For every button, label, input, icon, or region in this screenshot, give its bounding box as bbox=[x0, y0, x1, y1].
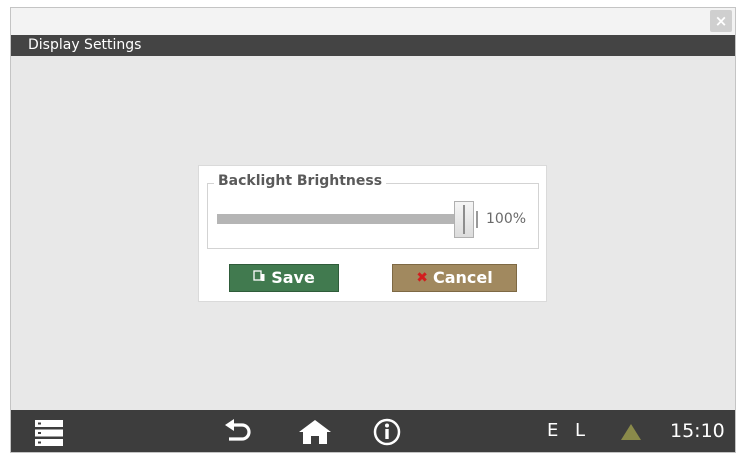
save-label: Save bbox=[271, 268, 315, 287]
close-button[interactable]: × bbox=[710, 10, 732, 32]
brightness-value: 100% bbox=[486, 211, 527, 227]
device-screen: × Display Settings Backlight Brightness … bbox=[10, 7, 736, 453]
taskbar: E L 15:10 bbox=[11, 410, 735, 452]
brightness-dialog: Backlight Brightness 100% Save ✖ Cancel bbox=[198, 165, 547, 302]
warning-icon[interactable] bbox=[620, 423, 642, 445]
cancel-button[interactable]: ✖ Cancel bbox=[392, 264, 517, 292]
save-icon bbox=[253, 266, 266, 292]
brightness-slider-handle[interactable] bbox=[454, 201, 474, 238]
save-button[interactable]: Save bbox=[229, 264, 339, 292]
content-area: Backlight Brightness 100% Save ✖ Cancel bbox=[11, 56, 735, 410]
slider-end-marker bbox=[476, 211, 478, 228]
status-e: E bbox=[547, 420, 559, 441]
brightness-fieldset: Backlight Brightness 100% bbox=[207, 173, 539, 249]
clock: 15:10 bbox=[670, 420, 725, 442]
menu-icon[interactable] bbox=[35, 420, 63, 450]
brightness-legend: Backlight Brightness bbox=[214, 173, 387, 189]
cancel-x-icon: ✖ bbox=[416, 270, 428, 286]
brightness-slider-track[interactable] bbox=[217, 214, 467, 224]
cancel-label: Cancel bbox=[432, 268, 493, 287]
back-icon[interactable] bbox=[223, 419, 253, 449]
window-title: Display Settings bbox=[11, 35, 735, 56]
home-icon[interactable] bbox=[298, 419, 332, 449]
status-l: L bbox=[575, 420, 586, 441]
top-strip: × bbox=[11, 8, 735, 35]
info-icon[interactable] bbox=[373, 418, 401, 450]
